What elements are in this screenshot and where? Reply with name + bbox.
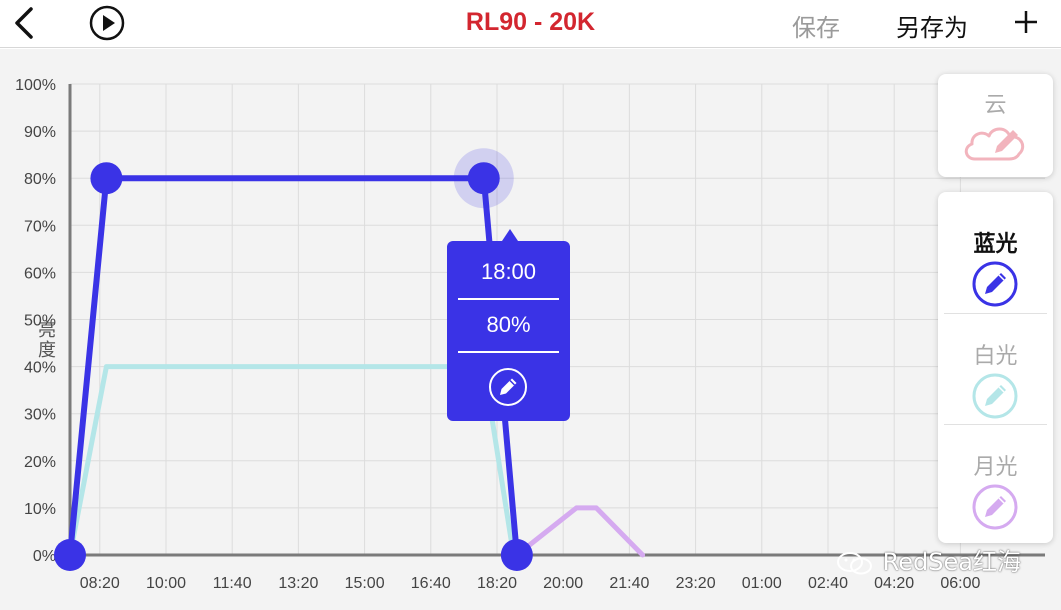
- pencil-circle-icon: [972, 484, 1018, 530]
- top-bar: RL90 - 20K 保存 另存为: [0, 0, 1061, 48]
- y-tick-label: 100%: [15, 77, 56, 94]
- x-tick-label: 13:20: [278, 575, 318, 592]
- x-tick-label: 15:00: [345, 575, 385, 592]
- channel-blue[interactable]: 蓝光: [938, 202, 1053, 312]
- channel-label: 白光: [973, 344, 1018, 369]
- tooltip-time: 18:00: [480, 259, 537, 284]
- y-tick-label: 60%: [24, 265, 56, 282]
- watermark: RedSea红海: [835, 542, 1021, 577]
- channel-label: 蓝光: [973, 232, 1018, 257]
- cloud-label: 云: [984, 93, 1007, 118]
- point-tooltip: 18:00 80%: [447, 229, 570, 421]
- channel-card: 蓝光 白光 月光: [938, 192, 1053, 543]
- tooltip-value: 80%: [486, 312, 531, 337]
- x-tick-label: 21:40: [609, 575, 649, 592]
- control-point[interactable]: [467, 162, 500, 195]
- wechat-icon: [837, 552, 872, 575]
- control-point[interactable]: [54, 539, 86, 571]
- y-tick-label: 70%: [24, 218, 56, 235]
- x-tick-label: 10:00: [146, 575, 186, 592]
- x-tick-label: 01:00: [742, 575, 782, 592]
- channel-label: 月光: [973, 455, 1018, 480]
- x-tick-label: 18:20: [477, 575, 517, 592]
- pencil-circle-icon: [972, 373, 1018, 419]
- x-tick-label: 11:40: [213, 575, 252, 592]
- save-as-button[interactable]: 另存为: [896, 8, 968, 43]
- pencil-icon[interactable]: [488, 367, 528, 407]
- cloud-edit-icon: [964, 127, 1025, 161]
- y-tick-label: 80%: [24, 171, 56, 188]
- y-axis-label: 亮度: [38, 320, 56, 361]
- cloud-card[interactable]: 云: [938, 74, 1053, 177]
- save-button[interactable]: 保存: [792, 8, 840, 43]
- x-tick-label: 06:00: [940, 575, 980, 592]
- control-point[interactable]: [90, 162, 123, 195]
- x-tick-label: 04:20: [874, 575, 914, 592]
- y-tick-label: 10%: [24, 501, 56, 518]
- plus-icon[interactable]: [1012, 7, 1040, 37]
- y-tick-label: 30%: [24, 407, 56, 424]
- x-tick-label: 20:00: [543, 575, 583, 592]
- channel-moon[interactable]: 月光: [938, 425, 1053, 535]
- y-tick-label: 90%: [24, 124, 56, 141]
- watermark-text: RedSea红海: [882, 548, 1021, 576]
- y-tick-label: 0%: [33, 548, 56, 565]
- tooltip-divider: [458, 298, 559, 300]
- channel-white[interactable]: 白光: [938, 314, 1053, 424]
- x-tick-label: 02:40: [808, 575, 848, 592]
- y-tick-label: 40%: [24, 360, 56, 377]
- y-tick-label: 20%: [24, 454, 56, 471]
- x-tick-label: 23:20: [676, 575, 716, 592]
- x-tick-label: 16:40: [411, 575, 451, 592]
- x-tick-label: 08:20: [80, 575, 120, 592]
- control-point[interactable]: [500, 539, 533, 571]
- tooltip-divider: [458, 351, 559, 353]
- pencil-circle-icon: [972, 261, 1018, 307]
